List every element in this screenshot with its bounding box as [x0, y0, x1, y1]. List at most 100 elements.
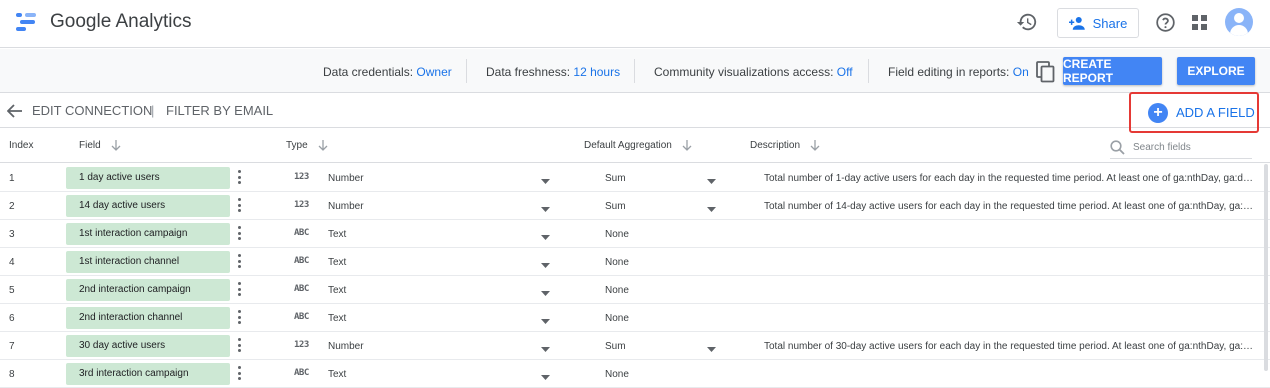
- field-editing-value[interactable]: On: [1013, 65, 1029, 79]
- chevron-down-icon[interactable]: [541, 288, 550, 299]
- table-row[interactable]: 4 1st interaction channel ABC Text None: [0, 248, 1270, 276]
- type-select[interactable]: Number: [328, 173, 364, 184]
- field-name-chip[interactable]: 1st interaction campaign: [66, 223, 230, 245]
- type-select[interactable]: Number: [328, 341, 364, 352]
- more-vert-icon[interactable]: [238, 226, 242, 242]
- row-index: 4: [9, 257, 15, 268]
- sort-arrow-icon: [682, 140, 692, 151]
- more-vert-icon[interactable]: [238, 282, 242, 298]
- column-header-index: Index: [9, 140, 34, 151]
- column-header-description[interactable]: Description: [750, 140, 820, 151]
- avatar[interactable]: [1225, 8, 1253, 36]
- community-visualizations-value[interactable]: Off: [837, 65, 853, 79]
- more-vert-icon[interactable]: [238, 170, 242, 186]
- table-row[interactable]: 6 2nd interaction channel ABC Text None: [0, 304, 1270, 332]
- chevron-down-icon[interactable]: [541, 232, 550, 243]
- field-name-chip[interactable]: 30 day active users: [66, 335, 230, 357]
- number-type-icon: 123: [294, 200, 309, 210]
- divider: [466, 59, 467, 83]
- text-type-icon: ABC: [294, 284, 309, 294]
- field-name-chip[interactable]: 2nd interaction channel: [66, 307, 230, 329]
- aggregation-select: None: [605, 285, 629, 296]
- back-arrow-icon[interactable]: [7, 104, 23, 118]
- type-select[interactable]: Text: [328, 313, 346, 324]
- field-description: Total number of 14-day active users for …: [764, 201, 1254, 212]
- chevron-down-icon[interactable]: [541, 316, 550, 327]
- aggregation-select[interactable]: Sum: [605, 201, 626, 212]
- table-row[interactable]: 8 3rd interaction campaign ABC Text None: [0, 360, 1270, 388]
- chevron-down-icon[interactable]: [541, 344, 550, 355]
- field-editing: Field editing in reports: On: [888, 65, 1029, 79]
- field-name-chip[interactable]: 3rd interaction campaign: [66, 363, 230, 385]
- chevron-down-icon[interactable]: [541, 372, 550, 383]
- column-header-aggregation[interactable]: Default Aggregation: [584, 140, 692, 151]
- explore-button[interactable]: EXPLORE: [1177, 57, 1255, 85]
- type-select[interactable]: Text: [328, 257, 346, 268]
- text-type-icon: ABC: [294, 228, 309, 238]
- type-select[interactable]: Number: [328, 201, 364, 212]
- history-icon[interactable]: [1016, 11, 1038, 33]
- chevron-down-icon[interactable]: [541, 204, 550, 215]
- divider: [634, 59, 635, 83]
- share-button[interactable]: Share: [1057, 8, 1139, 38]
- chevron-down-icon[interactable]: [707, 176, 716, 187]
- add-field-label: ADD A FIELD: [1176, 105, 1255, 120]
- type-select[interactable]: Text: [328, 285, 346, 296]
- table-row[interactable]: 7 30 day active users 123 Number Sum Total nu…: [0, 332, 1270, 360]
- aggregation-select[interactable]: Sum: [605, 341, 626, 352]
- aggregation-select[interactable]: Sum: [605, 173, 626, 184]
- row-index: 3: [9, 229, 15, 240]
- more-vert-icon[interactable]: [238, 366, 242, 382]
- field-name-chip[interactable]: 14 day active users: [66, 195, 230, 217]
- sort-arrow-icon: [810, 140, 820, 151]
- field-description: Total number of 30-day active users for …: [764, 341, 1254, 352]
- column-header-field[interactable]: Field: [79, 140, 121, 151]
- add-person-icon: [1068, 17, 1085, 30]
- app-title: Google Analytics: [50, 11, 192, 32]
- aggregation-select: None: [605, 257, 629, 268]
- divider: |: [151, 103, 155, 118]
- field-name-chip[interactable]: 2nd interaction campaign: [66, 279, 230, 301]
- search-fields[interactable]: [1110, 137, 1252, 159]
- scrollbar[interactable]: [1264, 164, 1268, 371]
- row-index: 6: [9, 313, 15, 324]
- field-name-chip[interactable]: 1st interaction channel: [66, 251, 230, 273]
- number-type-icon: 123: [294, 340, 309, 350]
- more-vert-icon[interactable]: [238, 338, 242, 354]
- table-row[interactable]: 2 14 day active users 123 Number Sum Total nu…: [0, 192, 1270, 220]
- data-freshness-value[interactable]: 12 hours: [573, 65, 620, 79]
- chevron-down-icon[interactable]: [541, 176, 550, 187]
- chevron-down-icon[interactable]: [541, 260, 550, 271]
- add-field-button[interactable]: + ADD A FIELD: [1129, 92, 1259, 133]
- more-vert-icon[interactable]: [238, 254, 242, 270]
- search-input[interactable]: [1133, 142, 1243, 153]
- edit-connection-link[interactable]: EDIT CONNECTION: [32, 103, 152, 118]
- create-report-button[interactable]: CREATE REPORT: [1063, 57, 1162, 85]
- text-type-icon: ABC: [294, 368, 309, 378]
- table-row[interactable]: 5 2nd interaction campaign ABC Text None: [0, 276, 1270, 304]
- table-header: Index Field Type Default Aggregation Des…: [0, 129, 1270, 163]
- type-select[interactable]: Text: [328, 229, 346, 240]
- column-header-type[interactable]: Type: [286, 140, 328, 151]
- data-credentials-value[interactable]: Owner: [416, 65, 451, 79]
- field-description: Total number of 1-day active users for e…: [764, 173, 1254, 184]
- community-visualizations: Community visualizations access: Off: [654, 65, 853, 79]
- chevron-down-icon[interactable]: [707, 204, 716, 215]
- chevron-down-icon[interactable]: [707, 344, 716, 355]
- help-icon[interactable]: [1155, 12, 1176, 33]
- copy-icon[interactable]: [1036, 61, 1055, 83]
- sort-arrow-icon: [111, 140, 121, 151]
- filter-by-email-link[interactable]: FILTER BY EMAIL: [166, 103, 273, 118]
- table-row[interactable]: 1 1 day active users 123 Number Sum Total num…: [0, 164, 1270, 192]
- aggregation-select: None: [605, 313, 629, 324]
- more-vert-icon[interactable]: [238, 310, 242, 326]
- data-freshness: Data freshness: 12 hours: [486, 65, 621, 79]
- field-name-chip[interactable]: 1 day active users: [66, 167, 230, 189]
- number-type-icon: 123: [294, 172, 309, 182]
- more-vert-icon[interactable]: [238, 198, 242, 214]
- text-type-icon: ABC: [294, 312, 309, 322]
- table-row[interactable]: 3 1st interaction campaign ABC Text None: [0, 220, 1270, 248]
- apps-icon[interactable]: [1192, 15, 1208, 31]
- share-label: Share: [1092, 15, 1128, 31]
- logo-icon: [16, 13, 36, 31]
